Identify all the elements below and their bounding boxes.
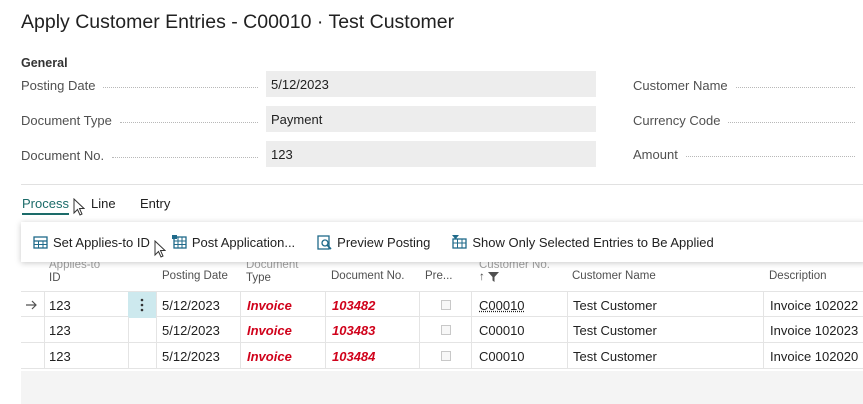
post-application-button[interactable]: Post Application... bbox=[171, 234, 296, 250]
grid-empty-area bbox=[21, 371, 863, 404]
document-type-cell: Invoice bbox=[247, 348, 292, 364]
customer-name-cell: Test Customer bbox=[573, 322, 657, 338]
document-type-cell: Invoice bbox=[247, 322, 292, 338]
customer-name-cell: Test Customer bbox=[573, 297, 657, 313]
sort-ascending-icon: ↑ bbox=[479, 271, 485, 283]
posting-date-cell: 5/12/2023 bbox=[162, 348, 220, 364]
section-divider bbox=[21, 184, 863, 185]
mouse-cursor-icon bbox=[154, 240, 166, 258]
document-type-field[interactable]: Payment bbox=[266, 106, 596, 132]
customer-no-cell[interactable]: C00010 bbox=[479, 317, 564, 343]
document-no-field[interactable]: 123 bbox=[266, 141, 596, 167]
set-applies-to-id-label: Set Applies-to ID bbox=[53, 234, 150, 250]
page-title: Apply Customer Entries - C00010 · Test C… bbox=[21, 11, 455, 33]
col-header-document-type[interactable]: Type bbox=[246, 272, 271, 284]
set-applies-to-id-button[interactable]: Set Applies-to ID bbox=[33, 235, 150, 250]
field-leader-dots bbox=[112, 156, 258, 158]
pre-checkbox[interactable] bbox=[441, 317, 461, 343]
description-cell: Invoice 102022 bbox=[770, 297, 859, 313]
currency-code-label: Currency Code bbox=[633, 112, 721, 128]
customer-name-row: Customer Name bbox=[633, 72, 863, 98]
posting-date-label: Posting Date bbox=[21, 77, 96, 93]
col-header-customer-no[interactable]: ↑ bbox=[479, 271, 499, 283]
general-section-title: General bbox=[21, 56, 68, 70]
preview-search-icon bbox=[317, 234, 332, 250]
description-cell: Invoice 102023 bbox=[770, 322, 859, 338]
tab-line[interactable]: Line bbox=[91, 196, 116, 211]
description-cell: Invoice 102020 bbox=[770, 348, 859, 364]
field-leader-dots bbox=[728, 121, 855, 123]
applies-to-id-cell[interactable]: 123 bbox=[49, 343, 127, 369]
col-header-applies-to-id[interactable]: ID bbox=[49, 272, 61, 284]
field-leader-dots bbox=[735, 86, 855, 88]
col-header-posting-date[interactable]: Posting Date bbox=[162, 270, 228, 282]
col-header-document-no[interactable]: Document No. bbox=[331, 270, 405, 282]
amount-row: Amount bbox=[633, 141, 863, 167]
document-no-cell[interactable]: 103484 bbox=[332, 343, 414, 369]
field-leader-dots bbox=[103, 86, 258, 88]
row-menu-ellipsis-icon[interactable] bbox=[128, 292, 156, 318]
mouse-cursor-icon bbox=[73, 198, 85, 216]
pre-checkbox[interactable] bbox=[441, 292, 461, 318]
field-leader-dots bbox=[685, 155, 855, 157]
posting-date-cell: 5/12/2023 bbox=[162, 297, 220, 313]
document-no-cell[interactable]: 103482 bbox=[332, 292, 414, 318]
show-only-selected-label: Show Only Selected Entries to Be Applied bbox=[472, 234, 714, 250]
filter-icon bbox=[487, 272, 499, 282]
filter-table-icon bbox=[452, 235, 468, 249]
table-check-icon bbox=[33, 236, 48, 249]
amount-label: Amount bbox=[633, 146, 678, 162]
field-leader-dots bbox=[119, 121, 258, 123]
customer-no-cell[interactable]: C00010 bbox=[479, 343, 564, 369]
document-no-cell[interactable]: 103483 bbox=[332, 317, 414, 343]
document-no-label: Document No. bbox=[21, 147, 105, 163]
table-row[interactable]: 123 5/12/2023 Invoice 103482 C00010 Test… bbox=[21, 291, 863, 318]
tab-entry[interactable]: Entry bbox=[140, 196, 170, 211]
col-header-description[interactable]: Description bbox=[769, 270, 827, 282]
show-only-selected-button[interactable]: Show Only Selected Entries to Be Applied bbox=[452, 234, 714, 250]
pre-checkbox[interactable] bbox=[441, 343, 461, 369]
document-no-row: Document No. bbox=[21, 142, 266, 168]
entries-grid: 123 5/12/2023 Invoice 103482 C00010 Test… bbox=[21, 291, 863, 369]
applies-to-id-cell[interactable]: 123 bbox=[49, 292, 127, 318]
col-header-pre[interactable]: Pre... bbox=[425, 270, 452, 282]
posting-date-row: Posting Date bbox=[21, 72, 266, 98]
customer-name-label: Customer Name bbox=[633, 77, 728, 93]
document-type-cell: Invoice bbox=[247, 297, 292, 313]
row-selector-arrow-icon[interactable] bbox=[26, 292, 44, 318]
table-row[interactable]: 123 5/12/2023 Invoice 103483 C00010 Test… bbox=[21, 317, 863, 343]
preview-posting-label: Preview Posting bbox=[337, 234, 431, 250]
preview-posting-button[interactable]: Preview Posting bbox=[317, 235, 430, 250]
tab-process[interactable]: Process bbox=[22, 196, 69, 215]
document-type-label: Document Type bbox=[21, 112, 112, 128]
currency-code-row: Currency Code bbox=[633, 107, 863, 133]
post-grid-icon bbox=[171, 235, 187, 249]
col-header-customer-name[interactable]: Customer Name bbox=[572, 270, 656, 282]
customer-no-cell[interactable]: C00010 bbox=[479, 292, 564, 318]
customer-name-cell: Test Customer bbox=[573, 348, 657, 364]
document-type-row: Document Type bbox=[21, 107, 266, 133]
table-row[interactable]: 123 5/12/2023 Invoice 103484 C00010 Test… bbox=[21, 343, 863, 369]
action-toolbar: Set Applies-to ID Post Application... Pr… bbox=[21, 222, 863, 262]
post-application-label: Post Application... bbox=[191, 234, 296, 250]
posting-date-cell: 5/12/2023 bbox=[162, 322, 220, 338]
applies-to-id-cell[interactable]: 123 bbox=[49, 317, 127, 343]
posting-date-field[interactable]: 5/12/2023 bbox=[266, 71, 596, 97]
